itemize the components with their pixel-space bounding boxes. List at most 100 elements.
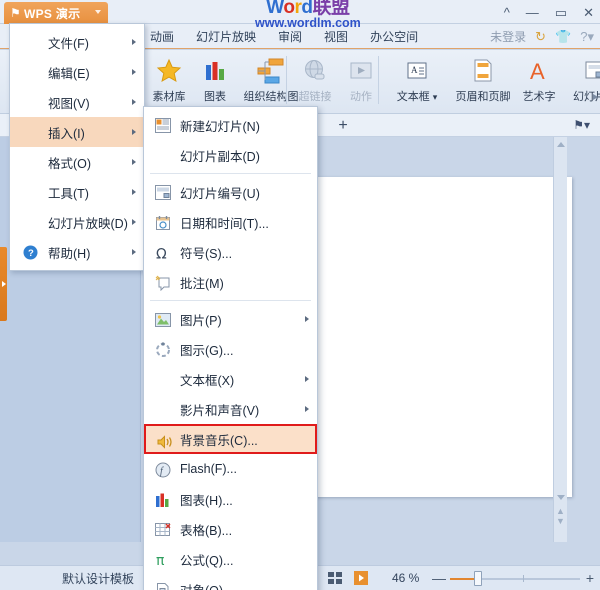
submenu-item-picture[interactable]: 图片(P) (144, 304, 317, 334)
submenu-arrow-icon (132, 129, 136, 135)
main-menu-dropdown: 文件(F) 编辑(E) 视图(V) 插入(I) 格式(O) 工具(T) 幻灯片放… (9, 23, 145, 271)
ribbon-button-slide-number[interactable]: 幻灯片编 (562, 52, 600, 110)
submenu-item-formula[interactable]: π 公式(Q)... (144, 544, 317, 574)
zoom-slider-knob[interactable] (474, 571, 482, 586)
play-icon (348, 55, 374, 87)
submenu-label-movie-sound: 影片和声音(V) (180, 403, 260, 418)
ribbon-label-material-library: 素材库 (152, 91, 186, 103)
scroll-up-icon[interactable] (557, 142, 565, 147)
menu-item-help-label: 帮助(H) (48, 246, 91, 261)
submenu-item-date-time[interactable]: 日期和时间(T)... (144, 207, 317, 237)
slide-number-icon (154, 184, 171, 201)
submenu-arrow-icon (132, 69, 136, 75)
ribbon-label-wordart: 艺术字 (522, 91, 556, 103)
submenu-item-slide-number[interactable]: 幻灯片编号(U) (144, 177, 317, 207)
submenu-item-background-music[interactable]: 背景音乐(C)... (144, 424, 317, 454)
menu-item-view-label: 视图(V) (48, 96, 90, 111)
ribbon-button-material-library[interactable]: 素材库 (146, 52, 192, 110)
flag-icon[interactable]: ⚑▾ (573, 118, 590, 132)
tab-view[interactable]: 视图 (324, 28, 348, 45)
tab-slideshow[interactable]: 幻灯片放映 (196, 28, 256, 45)
minimize-ribbon-icon[interactable]: ^ (504, 6, 510, 19)
design-template-label[interactable]: 默认设计模板 (62, 570, 134, 587)
submenu-arrow-icon (132, 99, 136, 105)
submenu-label-slide-number: 幻灯片编号(U) (180, 186, 260, 201)
tab-review[interactable]: 审阅 (278, 28, 302, 45)
ribbon-button-chart[interactable]: 图表 (192, 52, 238, 110)
menu-item-help[interactable]: ? 帮助(H) (10, 237, 144, 267)
submenu-arrow-icon (305, 406, 309, 412)
next-slide-icon[interactable]: ▼ (556, 517, 565, 526)
tab-office-space[interactable]: 办公空间 (370, 28, 418, 45)
submenu-item-symbol[interactable]: Ω 符号(S)... (144, 237, 317, 267)
pi-icon: π (154, 551, 171, 568)
ribbon-button-hyperlink: 超链接 (292, 52, 338, 110)
ribbon-label-action: 动作 (350, 91, 372, 103)
menu-item-tools[interactable]: 工具(T) (10, 177, 144, 207)
maximize-icon[interactable]: ▭ (555, 6, 567, 19)
account-area: 未登录 ↻ 👕 ?▾ (490, 24, 594, 49)
menu-item-file[interactable]: 文件(F) (10, 27, 144, 57)
submenu-label-object: 对象(O)... (180, 580, 233, 590)
submenu-label-picture: 图片(P) (180, 313, 222, 328)
close-icon[interactable]: ✕ (583, 6, 594, 19)
submenu-item-table[interactable]: 表格(B)... (144, 514, 317, 544)
help-circle-icon: ? (22, 244, 38, 260)
submenu-item-movie-sound[interactable]: 影片和声音(V) (144, 394, 317, 424)
submenu-item-textbox[interactable]: 文本框(X) (144, 364, 317, 394)
submenu-item-new-slide[interactable]: 新建幻灯片(N) (144, 110, 317, 140)
bar-chart-icon (203, 55, 227, 87)
title-bar: ⚑ WPS 演示 ^ — ▭ ✕ (0, 0, 600, 24)
wps-app-tab-label: WPS 演示 (24, 6, 81, 21)
svg-text:?: ? (28, 248, 34, 259)
submenu-label-textbox: 文本框(X) (180, 373, 235, 388)
ribbon-separator-1 (286, 56, 287, 104)
vertical-scrollbar[interactable]: ▲ ▼ (553, 137, 567, 542)
menu-item-file-label: 文件(F) (48, 36, 89, 51)
bar-chart-icon (154, 491, 171, 508)
previous-slide-icon[interactable]: ▲ (556, 507, 565, 516)
menu-item-insert[interactable]: 插入(I) (10, 117, 144, 147)
ribbon-overflow-icon[interactable] (593, 94, 598, 100)
tab-animation[interactable]: 动画 (150, 28, 174, 45)
submenu-item-chart[interactable]: 图表(H)... (144, 484, 317, 514)
menu-item-slideshow[interactable]: 幻灯片放映(D) (10, 207, 144, 237)
zoom-in-button[interactable]: + (586, 570, 594, 586)
slideshow-view-icon[interactable] (352, 570, 370, 586)
zoom-out-button[interactable]: — (432, 570, 446, 586)
globe-link-icon (302, 55, 328, 87)
menu-item-edit[interactable]: 编辑(E) (10, 57, 144, 87)
submenu-arrow-icon (305, 316, 309, 322)
slide-canvas[interactable] (312, 177, 572, 497)
ribbon-button-textbox[interactable]: A 文本框 ▾ (384, 52, 450, 110)
new-tab-button[interactable]: + (330, 116, 356, 136)
ribbon-button-wordart[interactable]: A 艺术字 (516, 52, 562, 110)
submenu-item-object[interactable]: 对象(O)... (144, 574, 317, 590)
submenu-item-comment[interactable]: 批注(M) (144, 267, 317, 297)
picture-icon (154, 311, 171, 328)
submenu-label-background-music: 背景音乐(C)... (180, 433, 258, 448)
wps-app-tab[interactable]: ⚑ WPS 演示 (4, 2, 108, 24)
menu-item-format-label: 格式(O) (48, 156, 92, 171)
menu-item-format[interactable]: 格式(O) (10, 147, 144, 177)
pane-splitter-handle[interactable] (0, 247, 7, 321)
minimize-icon[interactable]: — (526, 6, 539, 19)
ribbon-group-illustrations: 素材库 图表 组织结构图 (146, 52, 304, 112)
submenu-label-symbol: 符号(S)... (180, 246, 233, 261)
chevron-down-icon[interactable] (95, 10, 101, 14)
submenu-item-duplicate-slide[interactable]: 幻灯片副本(D) (144, 140, 317, 170)
submenu-item-flash[interactable]: f Flash(F)... (144, 454, 317, 484)
help-icon[interactable]: ?▾ (580, 29, 594, 45)
scroll-down-icon[interactable] (557, 495, 565, 500)
shirt-icon[interactable]: 👕 (555, 29, 571, 45)
svg-text:Ω: Ω (156, 246, 167, 261)
refresh-icon[interactable]: ↻ (535, 29, 546, 45)
menu-item-view[interactable]: 视图(V) (10, 87, 144, 117)
submenu-label-formula: 公式(Q)... (180, 553, 234, 568)
submenu-item-diagram[interactable]: 图示(G)... (144, 334, 317, 364)
submenu-label-table: 表格(B)... (180, 523, 233, 538)
header-footer-icon (471, 55, 495, 87)
sorter-view-icon[interactable] (326, 570, 344, 586)
ribbon-button-header-footer[interactable]: 页眉和页脚 (450, 52, 516, 110)
login-status-label[interactable]: 未登录 (490, 28, 526, 45)
